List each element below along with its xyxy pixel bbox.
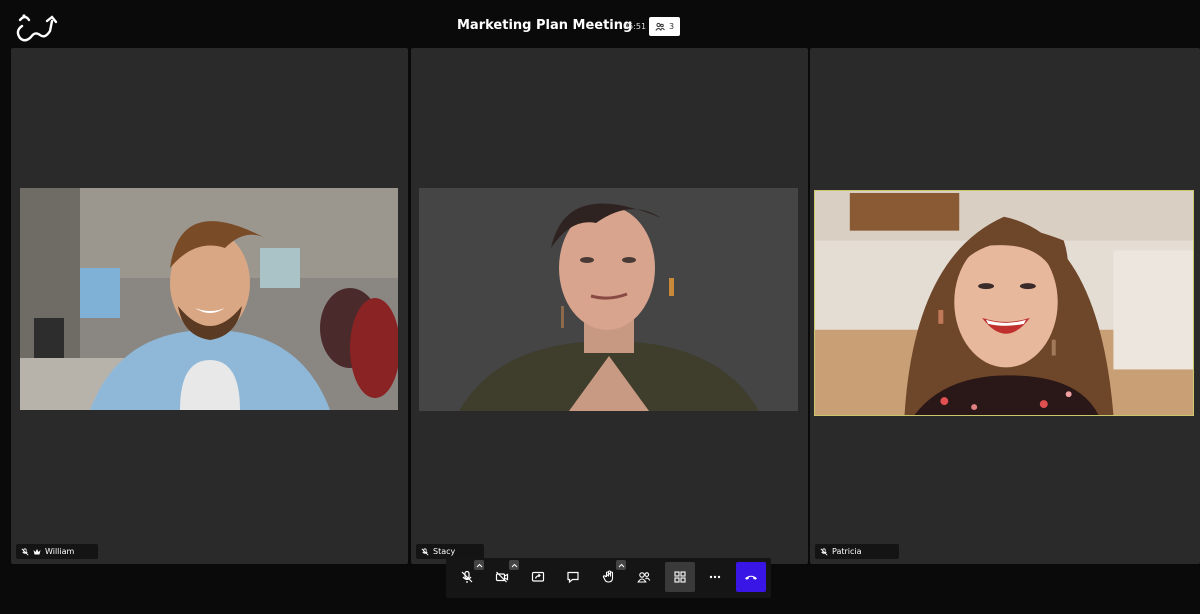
share-screen-icon: [531, 571, 545, 582]
participant-tile-william[interactable]: William: [11, 48, 408, 564]
name-tag-patricia: Patricia: [815, 544, 899, 559]
participants-button[interactable]: [629, 562, 659, 592]
video-feed-patricia: [814, 190, 1194, 416]
mic-off-icon: [461, 570, 473, 583]
mic-options-caret[interactable]: [474, 560, 484, 570]
chat-icon: [567, 571, 579, 584]
meeting-timer: 05:51: [623, 22, 647, 31]
mic-off-icon: [421, 547, 429, 555]
video-feed-william: [20, 188, 398, 410]
chevron-up-icon: [476, 563, 482, 567]
camera-off-icon: [495, 571, 509, 583]
chat-button[interactable]: [558, 562, 588, 592]
participant-name: William: [45, 547, 75, 556]
more-icon: [709, 575, 721, 579]
chevron-up-icon: [511, 563, 517, 567]
control-bar: [446, 558, 771, 598]
mic-off-icon: [21, 547, 29, 555]
camera-options-caret[interactable]: [509, 560, 519, 570]
more-options-button[interactable]: [700, 562, 730, 592]
video-feed-stacy: [419, 188, 798, 411]
crown-icon: [33, 548, 41, 554]
chevron-up-icon: [618, 563, 624, 567]
participant-tile-stacy[interactable]: Stacy: [411, 48, 808, 564]
participant-count-badge[interactable]: 3: [649, 17, 680, 36]
hand-icon: [602, 570, 614, 583]
mic-off-icon: [820, 547, 828, 555]
participant-tile-patricia[interactable]: Patricia: [810, 48, 1200, 564]
hangup-icon: [745, 575, 757, 580]
meeting-title: Marketing Plan Meeting: [457, 18, 633, 33]
share-screen-button[interactable]: [523, 562, 553, 592]
top-bar: Marketing Plan Meeting 05:51 3: [0, 0, 1200, 48]
participants-icon: [655, 22, 665, 31]
reactions-options-caret[interactable]: [616, 560, 626, 570]
participant-name: Stacy: [433, 547, 456, 556]
app-logo: [14, 12, 60, 44]
name-tag-william: William: [16, 544, 98, 559]
participants-icon: [637, 572, 651, 583]
grid-icon: [674, 571, 686, 583]
participant-count: 3: [668, 22, 675, 31]
hangup-button[interactable]: [736, 562, 766, 592]
name-tag-stacy: Stacy: [416, 544, 484, 559]
tile-view-button[interactable]: [665, 562, 695, 592]
participant-name: Patricia: [832, 547, 862, 556]
